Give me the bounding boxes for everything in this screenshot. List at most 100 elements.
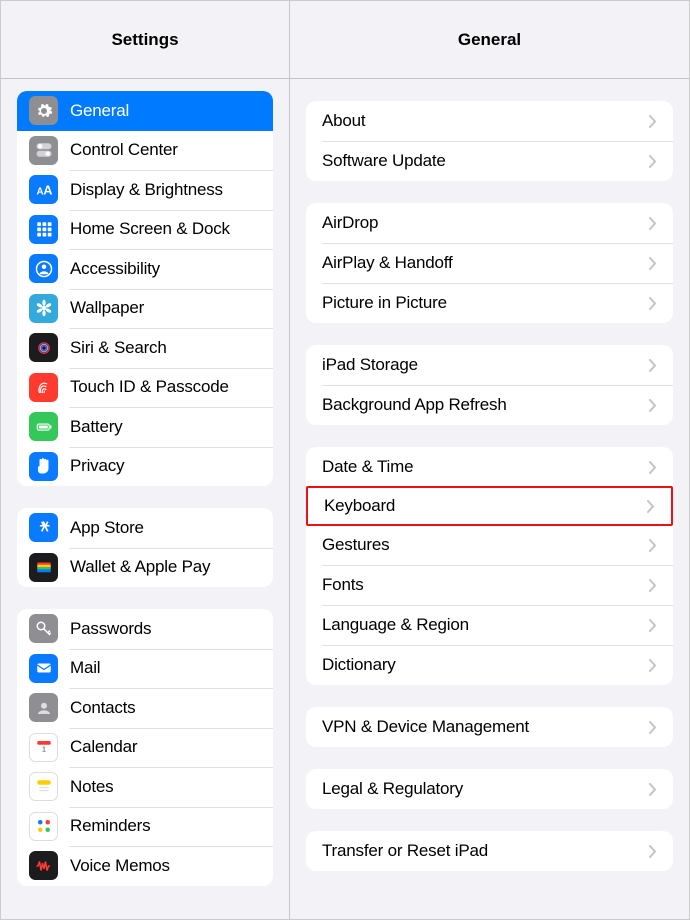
detail-row-date-time[interactable]: Date & Time bbox=[306, 447, 673, 487]
detail-group: AirDrop AirPlay & Handoff Picture in Pictu… bbox=[306, 203, 673, 323]
sidebar-item-label: App Store bbox=[70, 518, 144, 538]
chevron-right-icon bbox=[649, 257, 657, 270]
svg-text:A: A bbox=[43, 182, 52, 197]
detail-row-label: AirDrop bbox=[322, 213, 649, 233]
detail-group: VPN & Device Management bbox=[306, 707, 673, 747]
sidebar-group: Passwords Mail Contacts 1CalendarNotes Remin… bbox=[17, 609, 273, 886]
detail-row-ipad-storage[interactable]: iPad Storage bbox=[306, 345, 673, 385]
detail-row-label: Fonts bbox=[322, 575, 649, 595]
sidebar-item-label: Display & Brightness bbox=[70, 180, 223, 200]
detail-row-label: Picture in Picture bbox=[322, 293, 649, 313]
grid-icon bbox=[29, 215, 58, 244]
sidebar-item-label: Calendar bbox=[70, 737, 137, 757]
detail-row-keyboard[interactable]: Keyboard bbox=[306, 486, 673, 526]
detail-row-label: About bbox=[322, 111, 649, 131]
sidebar-item-label: Contacts bbox=[70, 698, 136, 718]
sidebar-item-reminders[interactable]: Reminders bbox=[17, 807, 273, 847]
sidebar-item-accessibility[interactable]: Accessibility bbox=[17, 249, 273, 289]
detail-row-label: Dictionary bbox=[322, 655, 649, 675]
chevron-right-icon bbox=[649, 399, 657, 412]
detail-row-label: Software Update bbox=[322, 151, 649, 171]
battery-icon bbox=[29, 412, 58, 441]
detail-row-airplay-handoff[interactable]: AirPlay & Handoff bbox=[306, 243, 673, 283]
sidebar-item-battery[interactable]: Battery bbox=[17, 407, 273, 447]
chevron-right-icon bbox=[649, 783, 657, 796]
flower-icon bbox=[29, 294, 58, 323]
detail-row-label: VPN & Device Management bbox=[322, 717, 649, 737]
chevron-right-icon bbox=[649, 155, 657, 168]
sidebar-item-mail[interactable]: Mail bbox=[17, 649, 273, 689]
reminders-icon bbox=[29, 812, 58, 841]
sidebar-item-touch-id-passcode[interactable]: Touch ID & Passcode bbox=[17, 368, 273, 408]
detail-row-background-app-refresh[interactable]: Background App Refresh bbox=[306, 385, 673, 425]
sidebar-item-label: Privacy bbox=[70, 456, 124, 476]
sidebar-item-label: Mail bbox=[70, 658, 100, 678]
toggles-icon bbox=[29, 136, 58, 165]
sidebar-item-contacts[interactable]: Contacts bbox=[17, 688, 273, 728]
detail-row-transfer-or-reset-ipad[interactable]: Transfer or Reset iPad bbox=[306, 831, 673, 871]
sidebar-item-label: Voice Memos bbox=[70, 856, 170, 876]
sidebar-header: Settings bbox=[1, 1, 289, 79]
sidebar-item-label: Touch ID & Passcode bbox=[70, 377, 229, 397]
detail-group: Legal & Regulatory bbox=[306, 769, 673, 809]
sidebar-item-voice-memos[interactable]: Voice Memos bbox=[17, 846, 273, 886]
sidebar-item-siri-search[interactable]: Siri & Search bbox=[17, 328, 273, 368]
chevron-right-icon bbox=[649, 217, 657, 230]
chevron-right-icon bbox=[649, 659, 657, 672]
detail-row-label: Date & Time bbox=[322, 457, 649, 477]
sidebar-item-home-screen-dock[interactable]: Home Screen & Dock bbox=[17, 210, 273, 250]
mail-icon bbox=[29, 654, 58, 683]
chevron-right-icon bbox=[649, 845, 657, 858]
detail-row-fonts[interactable]: Fonts bbox=[306, 565, 673, 605]
detail-row-software-update[interactable]: Software Update bbox=[306, 141, 673, 181]
detail-row-label: AirPlay & Handoff bbox=[322, 253, 649, 273]
sidebar-item-label: Control Center bbox=[70, 140, 178, 160]
sidebar-group: App Store Wallet & Apple Pay bbox=[17, 508, 273, 587]
hand-icon bbox=[29, 452, 58, 481]
sidebar-item-control-center[interactable]: Control Center bbox=[17, 131, 273, 171]
sidebar-scroll[interactable]: General Control Center AA Display & Brightn… bbox=[1, 79, 289, 919]
detail-scroll[interactable]: About Software Update AirDrop AirPlay & Han… bbox=[290, 79, 689, 919]
chevron-right-icon bbox=[649, 297, 657, 310]
chevron-right-icon bbox=[649, 579, 657, 592]
sidebar-item-notes[interactable]: Notes bbox=[17, 767, 273, 807]
detail-group: Transfer or Reset iPad bbox=[306, 831, 673, 871]
detail-row-picture-in-picture[interactable]: Picture in Picture bbox=[306, 283, 673, 323]
chevron-right-icon bbox=[649, 721, 657, 734]
detail-row-label: Background App Refresh bbox=[322, 395, 649, 415]
sidebar-item-calendar[interactable]: 1Calendar bbox=[17, 728, 273, 768]
detail-row-label: Legal & Regulatory bbox=[322, 779, 649, 799]
detail-row-vpn-device-management[interactable]: VPN & Device Management bbox=[306, 707, 673, 747]
appstore-icon bbox=[29, 513, 58, 542]
detail-row-about[interactable]: About bbox=[306, 101, 673, 141]
sidebar-item-display-brightness[interactable]: AA Display & Brightness bbox=[17, 170, 273, 210]
chevron-right-icon bbox=[649, 539, 657, 552]
detail-header: General bbox=[290, 1, 689, 79]
sidebar-item-label: Reminders bbox=[70, 816, 150, 836]
siri-icon bbox=[29, 333, 58, 362]
sidebar-item-label: Battery bbox=[70, 417, 122, 437]
detail-row-gestures[interactable]: Gestures bbox=[306, 525, 673, 565]
sidebar-title: Settings bbox=[111, 30, 178, 50]
chevron-right-icon bbox=[649, 619, 657, 632]
key-icon bbox=[29, 614, 58, 643]
detail-row-legal-regulatory[interactable]: Legal & Regulatory bbox=[306, 769, 673, 809]
svg-text:A: A bbox=[36, 186, 43, 197]
sidebar-item-app-store[interactable]: App Store bbox=[17, 508, 273, 548]
sidebar-item-passwords[interactable]: Passwords bbox=[17, 609, 273, 649]
detail-row-label: iPad Storage bbox=[322, 355, 649, 375]
sidebar-item-label: Wallpaper bbox=[70, 298, 144, 318]
finger-icon bbox=[29, 373, 58, 402]
detail-panel: General About Software Update AirDrop AirPl… bbox=[290, 1, 689, 919]
sidebar-item-privacy[interactable]: Privacy bbox=[17, 447, 273, 487]
sidebar-item-general[interactable]: General bbox=[17, 91, 273, 131]
sidebar-group: General Control Center AA Display & Brightn… bbox=[17, 91, 273, 486]
detail-row-language-region[interactable]: Language & Region bbox=[306, 605, 673, 645]
sidebar-item-wallpaper[interactable]: Wallpaper bbox=[17, 289, 273, 329]
detail-row-label: Gestures bbox=[322, 535, 649, 555]
detail-row-label: Transfer or Reset iPad bbox=[322, 841, 649, 861]
detail-row-airdrop[interactable]: AirDrop bbox=[306, 203, 673, 243]
detail-row-dictionary[interactable]: Dictionary bbox=[306, 645, 673, 685]
sidebar-item-wallet-apple-pay[interactable]: Wallet & Apple Pay bbox=[17, 548, 273, 588]
detail-title: General bbox=[458, 30, 521, 50]
